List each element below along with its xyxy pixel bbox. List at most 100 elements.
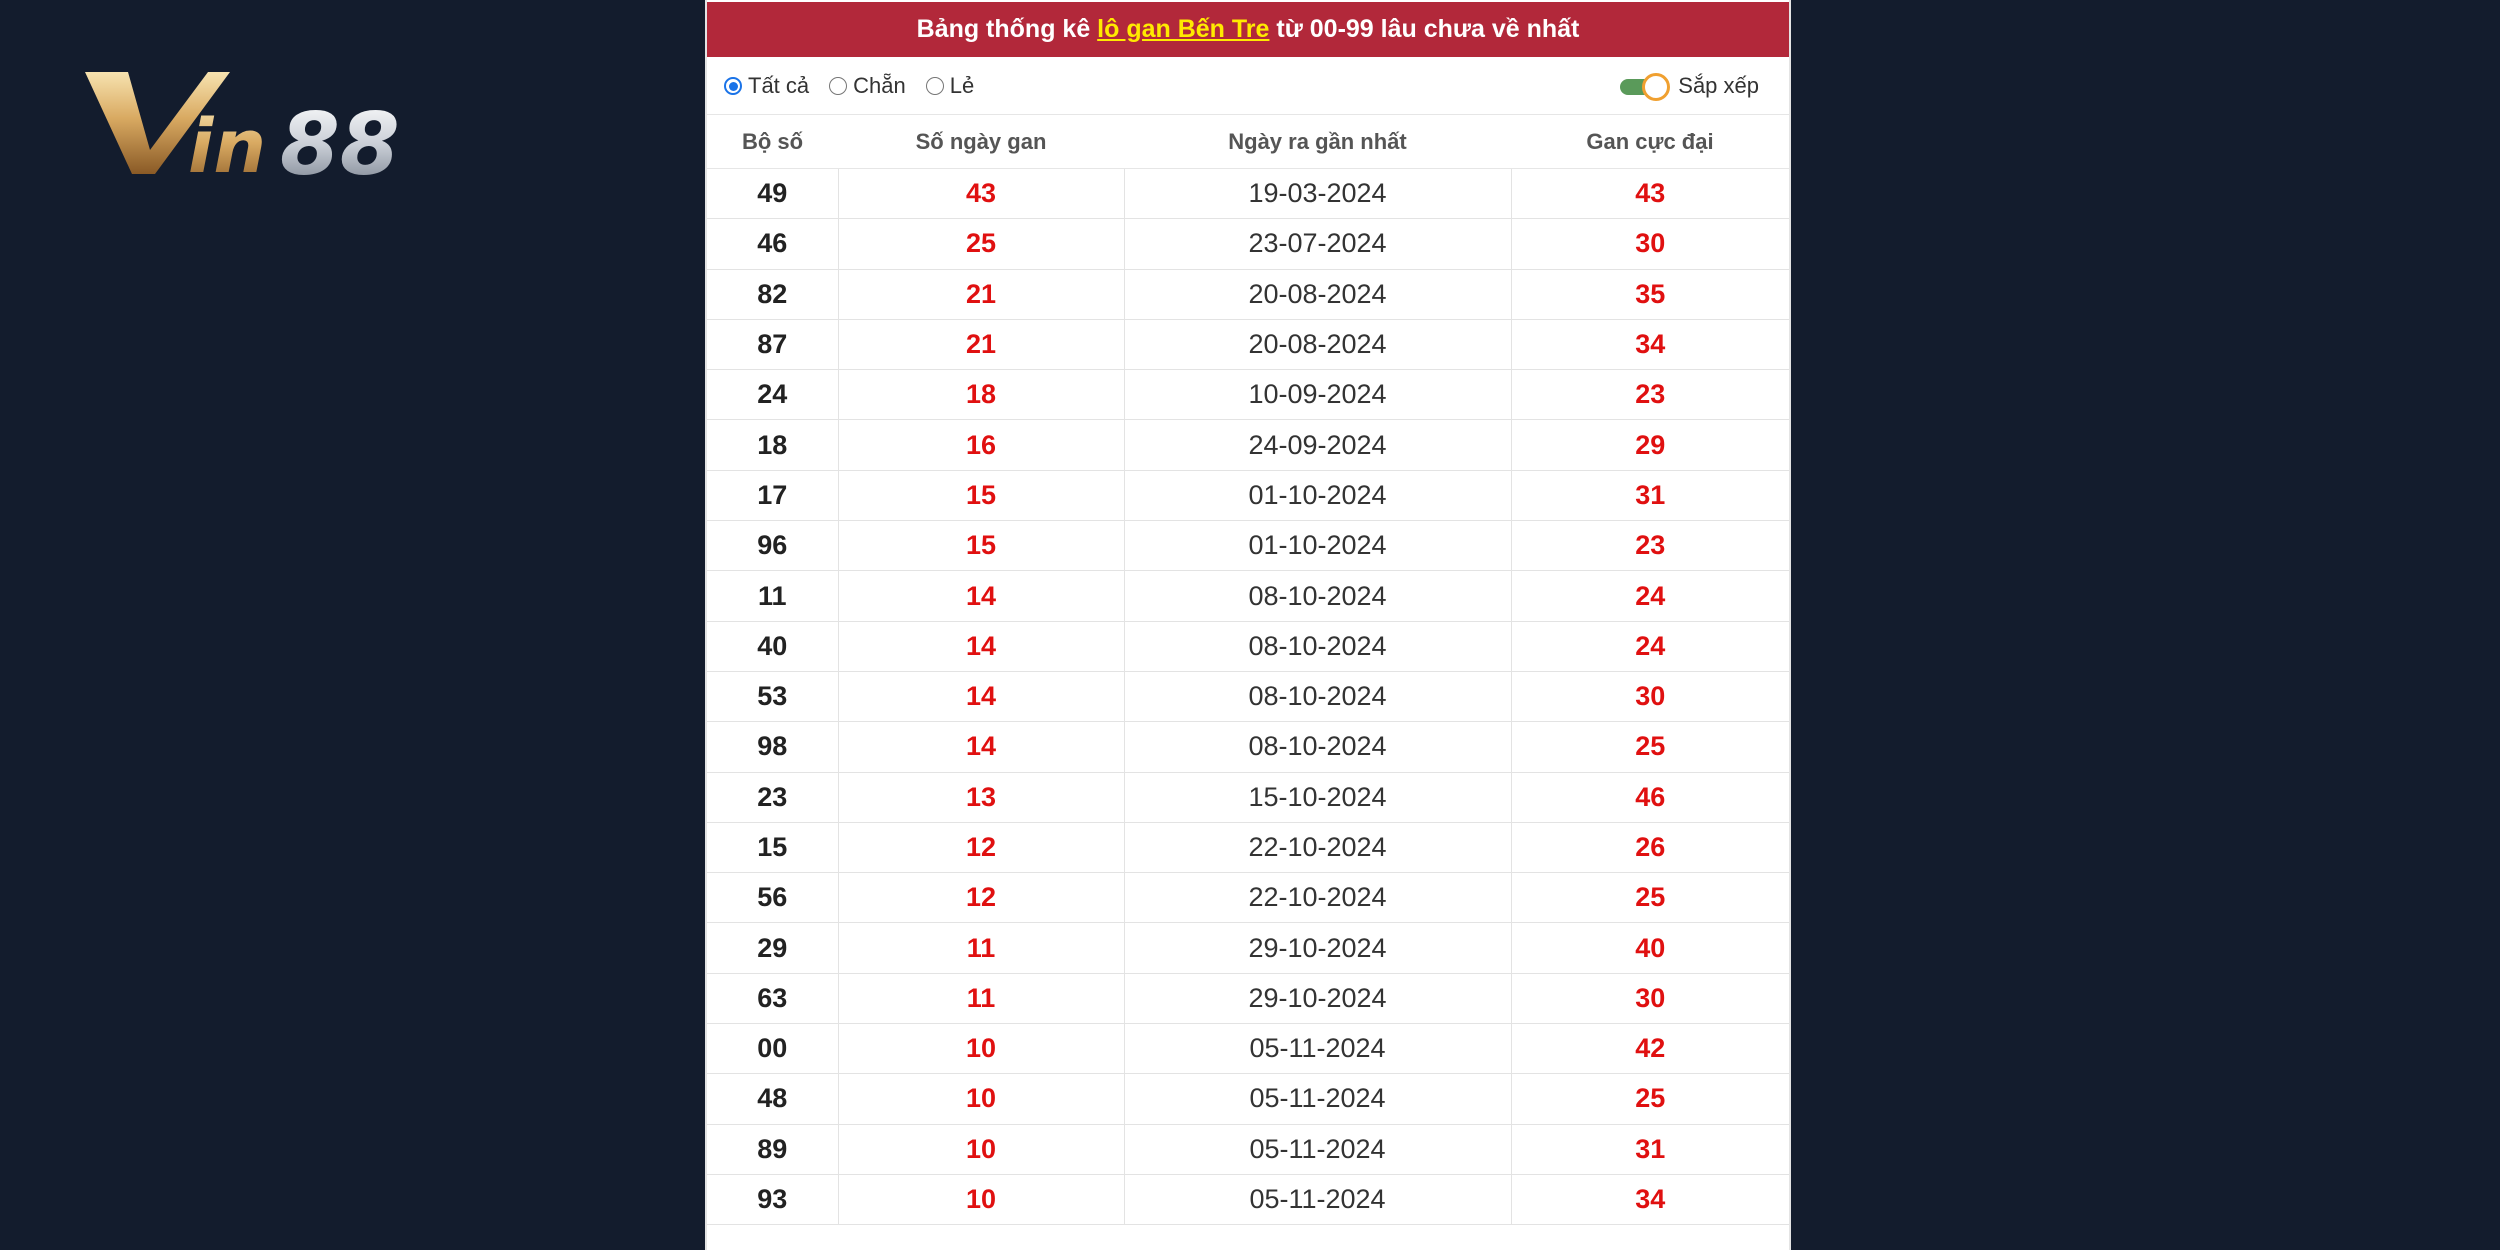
- sort-switch-knob: [1642, 73, 1671, 101]
- cell-last-date: 29-10-2024: [1124, 922, 1512, 974]
- cell-gan-days: 43: [838, 168, 1125, 220]
- radio-odd-label: Lẻ: [949, 73, 975, 98]
- radio-even-label: Chẵn: [853, 73, 906, 98]
- vin88-logo[interactable]: Vin88 in 88: [80, 62, 450, 192]
- cell-gan-days: 21: [838, 269, 1125, 320]
- cell-max-gan: 46: [1511, 772, 1789, 823]
- radio-all-label: Tất cả: [748, 73, 810, 98]
- cell-number: 17: [707, 470, 839, 522]
- cell-max-gan: 34: [1511, 1174, 1789, 1226]
- title-link-lo-gan-ben-tre[interactable]: lô gan Bến Tre: [1097, 15, 1269, 43]
- cell-max-gan: 43: [1511, 168, 1789, 220]
- cell-max-gan: 25: [1511, 1073, 1789, 1125]
- cell-gan-days: 10: [838, 1174, 1125, 1226]
- cell-gan-days: 16: [838, 419, 1125, 471]
- radio-even-circle[interactable]: [829, 77, 848, 95]
- cell-last-date: 24-09-2024: [1124, 419, 1512, 471]
- cell-last-date: 22-10-2024: [1124, 872, 1512, 924]
- cell-number: 40: [707, 621, 839, 672]
- cell-number: 23: [707, 772, 839, 823]
- cell-number: 46: [707, 218, 839, 270]
- cell-max-gan: 34: [1511, 319, 1789, 371]
- cell-last-date: 08-10-2024: [1124, 621, 1512, 672]
- cell-last-date: 08-10-2024: [1124, 671, 1512, 723]
- cell-gan-days: 25: [838, 218, 1125, 270]
- cell-gan-days: 12: [838, 822, 1125, 874]
- col-header-max-gan[interactable]: Gan cực đại: [1511, 115, 1789, 169]
- cell-number: 53: [707, 671, 839, 723]
- table-row: 24 18 10-09-2024 23: [707, 369, 1789, 421]
- cell-gan-days: 15: [838, 520, 1125, 572]
- radio-even[interactable]: Chẵn: [829, 73, 906, 99]
- cell-max-gan: 30: [1511, 973, 1789, 1025]
- table-row: 63 11 29-10-2024 30: [707, 973, 1789, 1025]
- title-suffix: từ 00-99 lâu chưa về nhất: [1269, 15, 1580, 43]
- table-row: 40 14 08-10-2024 24: [707, 621, 1789, 672]
- table-row: 18 16 24-09-2024 29: [707, 419, 1789, 471]
- cell-max-gan: 31: [1511, 470, 1789, 522]
- cell-gan-days: 11: [838, 973, 1125, 1025]
- cell-max-gan: 25: [1511, 872, 1789, 924]
- table-row: 48 10 05-11-2024 25: [707, 1073, 1789, 1125]
- table-row: 98 14 08-10-2024 25: [707, 721, 1789, 773]
- cell-max-gan: 24: [1511, 570, 1789, 622]
- cell-last-date: 19-03-2024: [1124, 168, 1512, 220]
- table-row: 56 12 22-10-2024 25: [707, 872, 1789, 924]
- cell-number: 00: [707, 1023, 839, 1075]
- cell-max-gan: 24: [1511, 621, 1789, 672]
- cell-number: 82: [707, 269, 839, 320]
- cell-gan-days: 10: [838, 1023, 1125, 1075]
- cell-max-gan: 35: [1511, 269, 1789, 320]
- cell-gan-days: 11: [838, 922, 1125, 974]
- table-header-row: Bộ số Số ngày gan Ngày ra gần nhất Gan c…: [707, 115, 1789, 169]
- cell-gan-days: 14: [838, 570, 1125, 622]
- cell-gan-days: 15: [838, 470, 1125, 522]
- table-row: 53 14 08-10-2024 30: [707, 671, 1789, 723]
- table-row: 49 43 19-03-2024 43: [707, 168, 1789, 220]
- table-row: 82 21 20-08-2024 35: [707, 269, 1789, 320]
- radio-all[interactable]: Tất cả: [724, 73, 809, 99]
- table-body: 49 43 19-03-2024 43 46 25 23-07-2024 30 82 21 20-0…: [707, 168, 1789, 1226]
- col-header-number[interactable]: Bộ số: [707, 115, 838, 169]
- cell-last-date: 05-11-2024: [1124, 1174, 1512, 1226]
- cell-gan-days: 10: [838, 1124, 1125, 1175]
- sort-switch[interactable]: [1620, 73, 1671, 101]
- cell-gan-days: 14: [838, 621, 1125, 672]
- svg-text:88: 88: [280, 95, 400, 192]
- cell-max-gan: 40: [1511, 922, 1789, 974]
- cell-last-date: 05-11-2024: [1124, 1073, 1512, 1125]
- cell-max-gan: 23: [1511, 520, 1789, 572]
- sort-toggle[interactable]: Sắp xếp: [1620, 57, 1759, 115]
- table-row: 46 25 23-07-2024 30: [707, 218, 1789, 270]
- sort-label: Sắp xếp: [1678, 73, 1759, 98]
- cell-max-gan: 30: [1511, 671, 1789, 723]
- cell-number: 48: [707, 1073, 839, 1125]
- radio-all-circle[interactable]: [724, 77, 742, 95]
- cell-gan-days: 21: [838, 319, 1125, 371]
- cell-last-date: 05-11-2024: [1124, 1124, 1512, 1175]
- table-row: 17 15 01-10-2024 31: [707, 470, 1789, 522]
- filter-bar: Tất cả Chẵn Lẻ Sắp xếp: [707, 57, 1789, 115]
- cell-number: 11: [707, 570, 839, 622]
- table-row: 93 10 05-11-2024 34: [707, 1174, 1789, 1226]
- radio-odd-circle[interactable]: [925, 77, 944, 95]
- cell-max-gan: 29: [1511, 419, 1789, 471]
- col-header-last-date[interactable]: Ngày ra gần nhất: [1124, 115, 1511, 169]
- panel-title: Bảng thống kê lô gan Bến Tre từ 00-99 lâ…: [707, 2, 1789, 57]
- cell-max-gan: 42: [1511, 1023, 1789, 1075]
- table-row: 29 11 29-10-2024 40: [707, 922, 1789, 974]
- cell-gan-days: 10: [838, 1073, 1125, 1125]
- lo-gan-panel: Bảng thống kê lô gan Bến Tre từ 00-99 lâ…: [705, 0, 1791, 1250]
- cell-number: 93: [707, 1174, 839, 1226]
- cell-number: 87: [707, 319, 839, 371]
- cell-number: 98: [707, 721, 839, 773]
- cell-max-gan: 25: [1511, 721, 1789, 773]
- radio-odd[interactable]: Lẻ: [925, 73, 975, 99]
- table-row: 89 10 05-11-2024 31: [707, 1124, 1789, 1175]
- page: Vin88 in 88: [0, 0, 2500, 1250]
- col-header-gan-days[interactable]: Số ngày gan: [838, 115, 1124, 169]
- cell-last-date: 10-09-2024: [1124, 369, 1512, 421]
- table-row: 87 21 20-08-2024 34: [707, 319, 1789, 371]
- cell-gan-days: 14: [838, 721, 1125, 773]
- cell-number: 56: [707, 872, 839, 924]
